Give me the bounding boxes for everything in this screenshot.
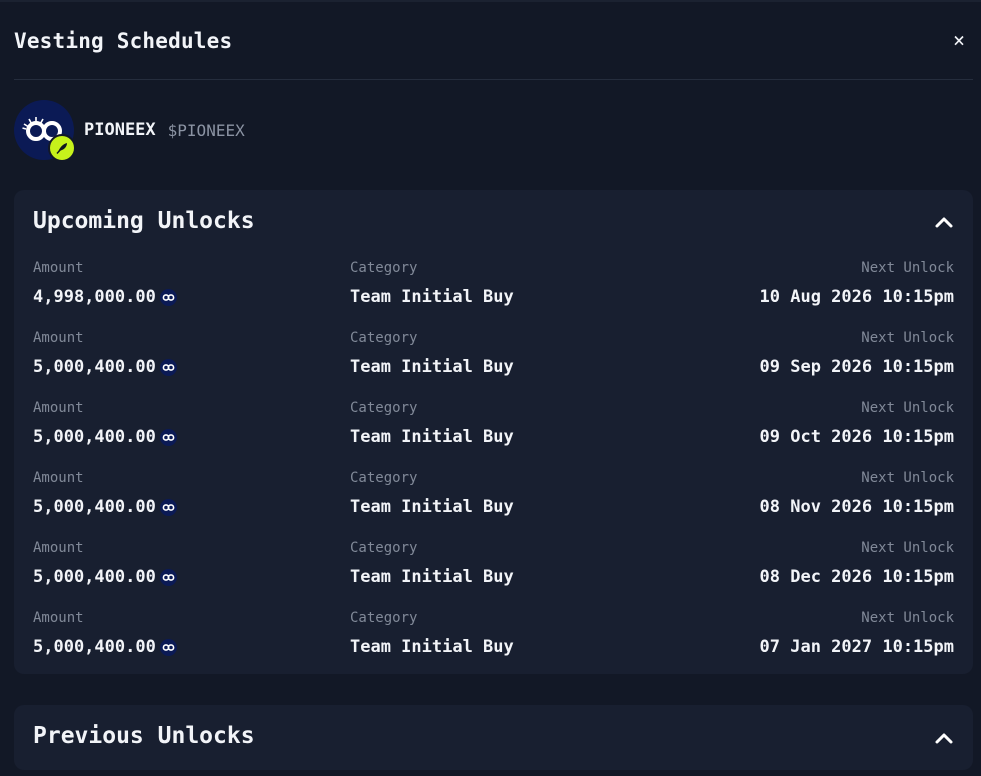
modal-title: Vesting Schedules bbox=[14, 29, 233, 53]
category-label: Category bbox=[350, 330, 418, 346]
previous-unlocks-section: Previous Unlocks bbox=[14, 705, 973, 770]
category-label: Category bbox=[350, 540, 418, 556]
next-unlock-value: 10 Aug 2026 10:15pm bbox=[759, 287, 954, 307]
category-label: Category bbox=[350, 260, 418, 276]
amount-text: 5,000,400.00 bbox=[33, 357, 156, 377]
next-unlock-value: 09 Oct 2026 10:15pm bbox=[759, 427, 954, 447]
category-label: Category bbox=[350, 470, 418, 486]
chevron-up-icon[interactable] bbox=[933, 211, 955, 233]
previous-unlocks-title: Previous Unlocks bbox=[33, 723, 255, 749]
category-value: Team Initial Buy bbox=[350, 357, 514, 377]
amount-text: 5,000,400.00 bbox=[33, 497, 156, 517]
pioneex-token-icon bbox=[159, 288, 177, 306]
next-unlock-label: Next Unlock bbox=[861, 610, 954, 626]
pioneex-token-icon bbox=[159, 568, 177, 586]
amount-value: 5,000,400.00 bbox=[33, 567, 177, 587]
unlock-row: Amount 4,998,000.00 Category Team Initia… bbox=[33, 260, 954, 330]
feather-icon bbox=[56, 143, 67, 154]
feather-badge bbox=[48, 134, 76, 162]
unlock-row: Amount 5,000,400.00 Category Team Initia… bbox=[33, 400, 954, 470]
amount-label: Amount bbox=[33, 260, 84, 276]
pioneex-token-icon bbox=[159, 428, 177, 446]
category-label: Category bbox=[350, 610, 418, 626]
amount-value: 5,000,400.00 bbox=[33, 427, 177, 447]
amount-value: 5,000,400.00 bbox=[33, 357, 177, 377]
next-unlock-label: Next Unlock bbox=[861, 260, 954, 276]
pioneex-token-icon bbox=[159, 638, 177, 656]
upcoming-unlocks-section: Upcoming Unlocks Amount 4,998,000.00 Cat… bbox=[14, 190, 973, 674]
pioneex-token-icon bbox=[159, 358, 177, 376]
amount-value: 4,998,000.00 bbox=[33, 287, 177, 307]
unlock-list: Amount 4,998,000.00 Category Team Initia… bbox=[33, 260, 954, 680]
amount-value: 5,000,400.00 bbox=[33, 637, 177, 657]
next-unlock-value: 07 Jan 2027 10:15pm bbox=[759, 637, 954, 657]
token-header: PIONEEX $PIONEEX bbox=[14, 100, 245, 162]
unlock-row: Amount 5,000,400.00 Category Team Initia… bbox=[33, 610, 954, 680]
amount-text: 5,000,400.00 bbox=[33, 567, 156, 587]
upcoming-unlocks-title: Upcoming Unlocks bbox=[33, 208, 255, 234]
category-value: Team Initial Buy bbox=[350, 497, 514, 517]
amount-label: Amount bbox=[33, 610, 84, 626]
next-unlock-value: 08 Dec 2026 10:15pm bbox=[759, 567, 954, 587]
close-button[interactable]: × bbox=[947, 28, 971, 52]
token-avatar bbox=[14, 100, 76, 162]
category-value: Team Initial Buy bbox=[350, 427, 514, 447]
amount-label: Amount bbox=[33, 470, 84, 486]
chevron-up-icon[interactable] bbox=[933, 727, 955, 749]
unlock-row: Amount 5,000,400.00 Category Team Initia… bbox=[33, 540, 954, 610]
amount-label: Amount bbox=[33, 330, 84, 346]
next-unlock-value: 08 Nov 2026 10:15pm bbox=[759, 497, 954, 517]
amount-text: 5,000,400.00 bbox=[33, 427, 156, 447]
amount-label: Amount bbox=[33, 400, 84, 416]
token-name: PIONEEX bbox=[84, 120, 156, 140]
pioneex-token-icon bbox=[159, 498, 177, 516]
vesting-schedules-modal: Vesting Schedules × PIONEEX $PIONEEX Upc… bbox=[0, 0, 981, 776]
close-icon: × bbox=[952, 28, 966, 52]
category-value: Team Initial Buy bbox=[350, 287, 514, 307]
category-label: Category bbox=[350, 400, 418, 416]
modal-header: Vesting Schedules × bbox=[14, 2, 973, 80]
token-ticker: $PIONEEX bbox=[167, 120, 245, 140]
amount-value: 5,000,400.00 bbox=[33, 497, 177, 517]
unlock-row: Amount 5,000,400.00 Category Team Initia… bbox=[33, 470, 954, 540]
amount-text: 5,000,400.00 bbox=[33, 637, 156, 657]
next-unlock-label: Next Unlock bbox=[861, 540, 954, 556]
amount-label: Amount bbox=[33, 540, 84, 556]
unlock-row: Amount 5,000,400.00 Category Team Initia… bbox=[33, 330, 954, 400]
next-unlock-label: Next Unlock bbox=[861, 470, 954, 486]
next-unlock-label: Next Unlock bbox=[861, 330, 954, 346]
category-value: Team Initial Buy bbox=[350, 567, 514, 587]
next-unlock-value: 09 Sep 2026 10:15pm bbox=[759, 357, 954, 377]
next-unlock-label: Next Unlock bbox=[861, 400, 954, 416]
category-value: Team Initial Buy bbox=[350, 637, 514, 657]
amount-text: 4,998,000.00 bbox=[33, 287, 156, 307]
